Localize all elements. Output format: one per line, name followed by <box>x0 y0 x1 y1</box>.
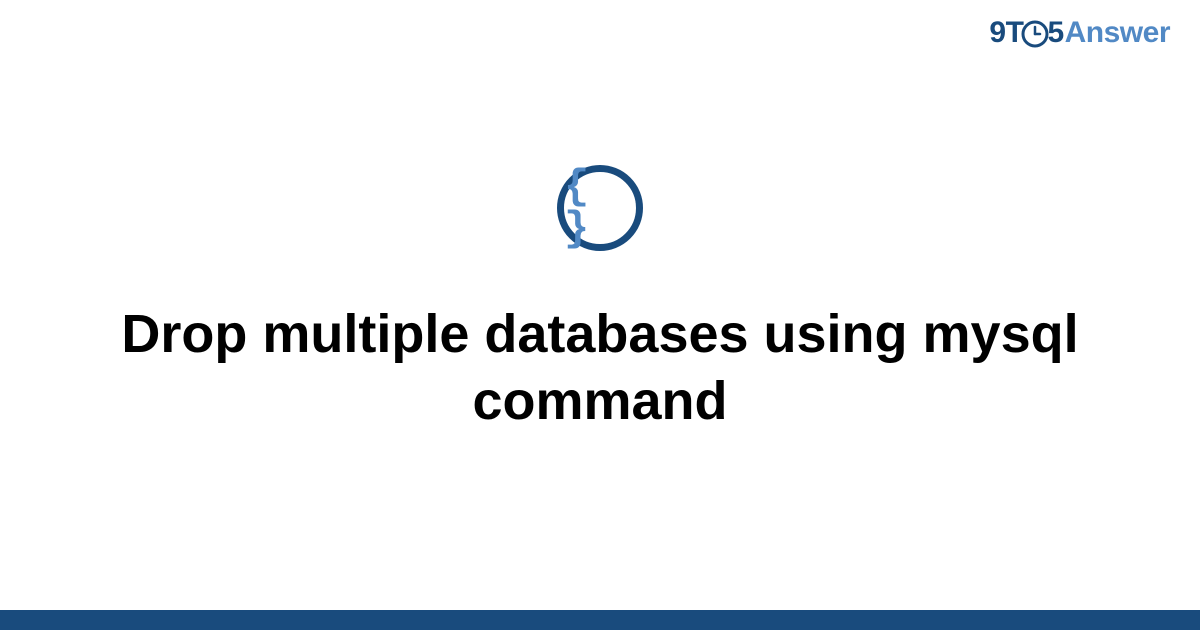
footer-accent-bar <box>0 610 1200 630</box>
main-content: { } Drop multiple databases using mysql … <box>0 0 1200 630</box>
braces-icon: { } <box>564 166 636 250</box>
page-title: Drop multiple databases using mysql comm… <box>100 301 1100 436</box>
category-icon: { } <box>557 165 643 251</box>
